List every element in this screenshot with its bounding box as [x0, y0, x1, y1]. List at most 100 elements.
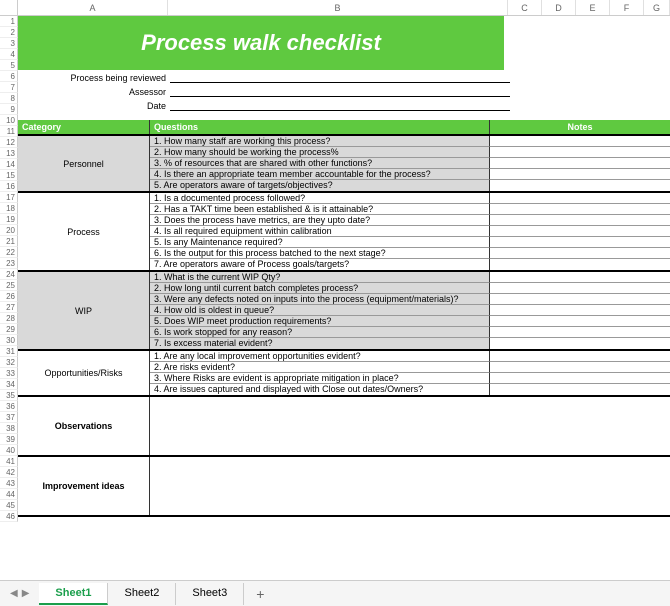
question-cell[interactable]: 2. How many should be working the proces… — [150, 147, 490, 158]
row-header-18[interactable]: 18 — [0, 203, 18, 214]
category-cell[interactable]: Observations — [18, 397, 150, 455]
notes-cell[interactable] — [490, 283, 670, 294]
row-header-29[interactable]: 29 — [0, 324, 18, 335]
col-header-G[interactable]: G — [644, 0, 670, 15]
row-header-7[interactable]: 7 — [0, 82, 18, 93]
question-cell[interactable]: 4. Are issues captured and displayed wit… — [150, 384, 490, 395]
col-header-E[interactable]: E — [576, 0, 610, 15]
notes-cell[interactable] — [490, 158, 670, 169]
question-cell[interactable]: 1. Are any local improvement opportuniti… — [150, 351, 490, 362]
row-header-20[interactable]: 20 — [0, 225, 18, 236]
row-header-27[interactable]: 27 — [0, 302, 18, 313]
notes-cell[interactable] — [490, 272, 670, 283]
question-cell[interactable]: 1. How many staff are working this proce… — [150, 136, 490, 147]
question-cell[interactable]: 6. Is work stopped for any reason? — [150, 327, 490, 338]
row-header-17[interactable]: 17 — [0, 192, 18, 203]
category-cell[interactable]: WIP — [18, 272, 150, 349]
row-header-28[interactable]: 28 — [0, 313, 18, 324]
sheet-tab-sheet2[interactable]: Sheet2 — [108, 583, 176, 605]
row-header-34[interactable]: 34 — [0, 379, 18, 390]
col-header-A[interactable]: A — [18, 0, 168, 15]
notes-cell[interactable] — [490, 294, 670, 305]
row-header-45[interactable]: 45 — [0, 500, 18, 511]
question-cell[interactable]: 7. Are operators aware of Process goals/… — [150, 259, 490, 270]
row-header-11[interactable]: 11 — [0, 126, 18, 137]
notes-cell[interactable] — [490, 384, 670, 395]
col-header-B[interactable]: B — [168, 0, 508, 15]
col-header-D[interactable]: D — [542, 0, 576, 15]
row-header-15[interactable]: 15 — [0, 170, 18, 181]
question-cell[interactable]: 3. Does the process have metrics, are th… — [150, 215, 490, 226]
question-cell[interactable]: 2. Are risks evident? — [150, 362, 490, 373]
question-cell[interactable]: 3. % of resources that are shared with o… — [150, 158, 490, 169]
row-header-19[interactable]: 19 — [0, 214, 18, 225]
freeform-cell[interactable] — [150, 457, 670, 515]
notes-cell[interactable] — [490, 147, 670, 158]
process-input-line[interactable] — [170, 73, 510, 83]
row-header-4[interactable]: 4 — [0, 49, 18, 60]
row-header-3[interactable]: 3 — [0, 38, 18, 49]
row-header-24[interactable]: 24 — [0, 269, 18, 280]
notes-cell[interactable] — [490, 259, 670, 270]
category-cell[interactable]: Personnel — [18, 136, 150, 191]
select-all-corner[interactable] — [0, 0, 18, 15]
row-header-44[interactable]: 44 — [0, 489, 18, 500]
notes-cell[interactable] — [490, 193, 670, 204]
row-header-14[interactable]: 14 — [0, 159, 18, 170]
row-header-31[interactable]: 31 — [0, 346, 18, 357]
question-cell[interactable]: 3. Where Risks are evident is appropriat… — [150, 373, 490, 384]
question-cell[interactable]: 2. Has a TAKT time been established & is… — [150, 204, 490, 215]
row-header-33[interactable]: 33 — [0, 368, 18, 379]
notes-cell[interactable] — [490, 373, 670, 384]
assessor-input-line[interactable] — [170, 87, 510, 97]
row-header-43[interactable]: 43 — [0, 478, 18, 489]
notes-cell[interactable] — [490, 215, 670, 226]
row-header-22[interactable]: 22 — [0, 247, 18, 258]
row-header-10[interactable]: 10 — [0, 115, 18, 126]
question-cell[interactable]: 5. Does WIP meet production requirements… — [150, 316, 490, 327]
row-header-12[interactable]: 12 — [0, 137, 18, 148]
row-header-35[interactable]: 35 — [0, 390, 18, 401]
col-header-C[interactable]: C — [508, 0, 542, 15]
row-header-25[interactable]: 25 — [0, 280, 18, 291]
tab-prev-icon[interactable]: ◀ — [10, 588, 18, 599]
row-header-40[interactable]: 40 — [0, 445, 18, 456]
notes-cell[interactable] — [490, 237, 670, 248]
row-header-46[interactable]: 46 — [0, 511, 18, 522]
category-cell[interactable]: Process — [18, 193, 150, 270]
sheet-tab-sheet1[interactable]: Sheet1 — [39, 583, 108, 605]
question-cell[interactable]: 5. Are operators aware of targets/object… — [150, 180, 490, 191]
col-header-F[interactable]: F — [610, 0, 644, 15]
row-header-9[interactable]: 9 — [0, 104, 18, 115]
freeform-cell[interactable] — [150, 397, 670, 455]
row-header-41[interactable]: 41 — [0, 456, 18, 467]
row-header-13[interactable]: 13 — [0, 148, 18, 159]
row-header-39[interactable]: 39 — [0, 434, 18, 445]
row-header-23[interactable]: 23 — [0, 258, 18, 269]
notes-cell[interactable] — [490, 248, 670, 259]
row-header-16[interactable]: 16 — [0, 181, 18, 192]
row-header-32[interactable]: 32 — [0, 357, 18, 368]
row-header-2[interactable]: 2 — [0, 27, 18, 38]
row-header-6[interactable]: 6 — [0, 71, 18, 82]
row-header-21[interactable]: 21 — [0, 236, 18, 247]
row-header-36[interactable]: 36 — [0, 401, 18, 412]
question-cell[interactable]: 6. Is the output for this process batche… — [150, 248, 490, 259]
add-sheet-button[interactable]: + — [244, 582, 276, 606]
row-header-26[interactable]: 26 — [0, 291, 18, 302]
question-cell[interactable]: 4. Is all required equipment within cali… — [150, 226, 490, 237]
sheet-tab-sheet3[interactable]: Sheet3 — [176, 583, 244, 605]
notes-cell[interactable] — [490, 226, 670, 237]
tab-next-icon[interactable]: ▶ — [22, 588, 30, 599]
notes-cell[interactable] — [490, 204, 670, 215]
notes-cell[interactable] — [490, 169, 670, 180]
row-header-30[interactable]: 30 — [0, 335, 18, 346]
notes-cell[interactable] — [490, 305, 670, 316]
category-cell[interactable]: Improvement ideas — [18, 457, 150, 515]
question-cell[interactable]: 7. Is excess material evident? — [150, 338, 490, 349]
row-header-42[interactable]: 42 — [0, 467, 18, 478]
notes-cell[interactable] — [490, 327, 670, 338]
question-cell[interactable]: 1. Is a documented process followed? — [150, 193, 490, 204]
question-cell[interactable]: 5. Is any Maintenance required? — [150, 237, 490, 248]
notes-cell[interactable] — [490, 136, 670, 147]
